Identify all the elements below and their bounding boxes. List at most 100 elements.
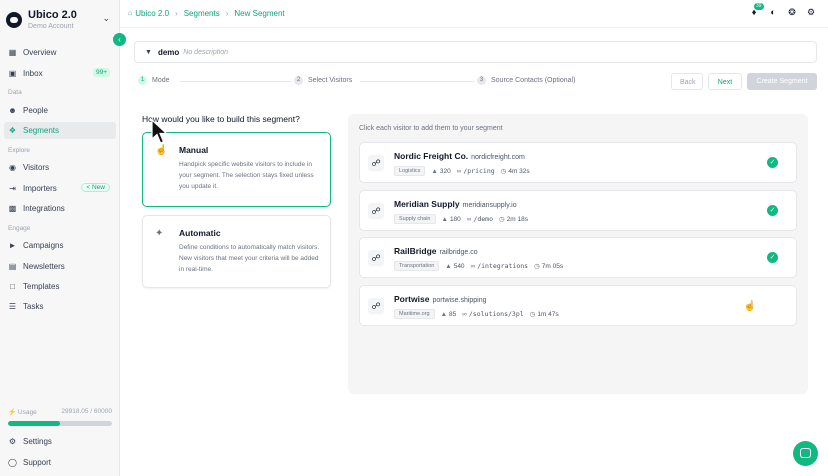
sidebar-item-label: Support [23,458,52,467]
manual-mode-card[interactable]: ☝ Manual Handpick specific website visit… [142,132,331,207]
topbar: ⌂ Ubico 2.0 › Segments › New Segment ♦ 39… [120,0,828,28]
visitor-views: 540 [453,262,465,270]
chevron-down-icon[interactable]: ⌄ [102,13,110,24]
puzzle-icon: ▩ [8,204,17,213]
sidebar-item-visitors[interactable]: ◉ Visitors [4,159,116,176]
sidebar-item-label: Templates [23,282,60,291]
globe-icon: ☍ [368,250,384,266]
bolt-icon: ⚡ [8,409,17,416]
step-connector [360,81,474,82]
step-source-contacts[interactable]: 3 Source Contacts (Optional) [477,76,575,85]
help-icon[interactable]: ❂ [787,7,797,17]
sidebar-item-inbox[interactable]: ▣ Inbox 99+ [4,65,116,82]
visitor-domain: portwise.shipping [432,297,487,304]
visitor-time: 1m 47s [537,310,559,318]
collapse-sidebar-button[interactable]: ‹ [113,33,126,46]
sidebar-item-label: Campaigns [23,241,64,250]
inbox-icon: ▣ [8,69,17,78]
people-icon: ☻ [8,106,17,115]
support-icon: ◯ [8,458,17,467]
inbox-count-badge: 99+ [92,68,110,77]
selected-check-icon: ✓ [767,252,778,263]
visitor-name: Nordic Freight Co. nordicfreight.com [394,151,525,161]
visitor-card[interactable]: ☍ RailBridge railbridge.co Transportation… [359,237,797,278]
create-segment-button[interactable]: Create Segment [747,73,817,90]
selected-check-icon: ✓ [767,157,778,168]
segment-name[interactable]: demo [158,48,179,57]
sidebar-item-label: Inbox [23,69,43,78]
visitor-card[interactable]: ☍ Meridian Supply meridiansupply.io Suppl… [359,190,797,231]
breadcrumb-segments[interactable]: Segments [184,9,220,18]
sidebar-item-campaigns[interactable]: ► Campaigns [4,237,116,254]
segment-description[interactable]: No description [183,49,228,56]
manual-mode-title: Manual [179,145,209,155]
sidebar-item-newsletters[interactable]: ▤ Newsletters [4,258,116,275]
step-connector [180,81,292,82]
breadcrumb-home[interactable]: Ubico 2.0 [135,9,169,18]
next-button[interactable]: Next [708,73,742,90]
visitor-time: 4m 32s [508,167,530,175]
automatic-mode-title: Automatic [179,228,221,238]
pageviews-icon: ▲ [431,167,438,175]
chat-support-button[interactable] [793,441,818,466]
sidebar-item-label: Importers [23,184,57,193]
visitor-tag: Transportation [394,261,440,271]
back-button[interactable]: Back [671,73,703,90]
visitor-domain: nordicfreight.com [471,154,525,161]
sidebar-item-settings[interactable]: ⚙ Settings [4,433,116,450]
visitor-time: 7m 05s [541,262,564,270]
breadcrumb-current: New Segment [234,9,285,18]
sidebar-item-segments[interactable]: ❖ Segments [4,122,116,139]
gear-icon: ⚙ [8,437,17,446]
visitor-time: 2m 18s [506,215,529,223]
automatic-mode-card[interactable]: ✦ Automatic Define conditions to automat… [142,215,331,288]
step-select-visitors[interactable]: 2 Select Visitors [294,76,352,85]
sidebar-item-integrations[interactable]: ▩ Integrations [4,200,116,217]
breadcrumb-separator-icon: › [225,9,229,18]
stepper: 1 Mode 2 Select Visitors 3 Source Contac… [138,76,638,88]
import-icon: ⇥ [9,184,16,193]
top-icons: ♦ 39 ◐ ❂ ⚙ [740,3,816,17]
usage-value: 29918.05 / 60000 [61,408,112,415]
sidebar-item-support[interactable]: ◯ Support [4,454,116,471]
template-icon: □ [10,282,15,291]
visitor-card[interactable]: ☍ Portwise portwise.shipping Maritime.org… [359,285,797,326]
new-badge-label: New [91,184,105,191]
theme-toggle-icon[interactable]: ◐ [768,7,778,17]
link-icon: ∞ [456,167,462,175]
sidebar-item-label: Integrations [23,204,65,213]
megaphone-icon: ► [8,241,17,250]
sidebar: Ubico 2.0 Demo Account ⌄ ▦ Overview ▣ In… [0,0,120,476]
visitor-path: /solutions/3pl [468,310,524,318]
chevron-down-icon[interactable]: ▼ [145,49,152,56]
sidebar-item-people[interactable]: ☻ People [4,102,116,119]
clock-icon: ◷ [534,263,540,270]
visitor-name: RailBridge railbridge.co [394,246,478,256]
account-name: Demo Account [28,22,74,30]
tasks-icon: ☰ [8,302,17,311]
grid-icon: ▦ [8,48,17,57]
bell-icon[interactable]: ♦ 39 [749,3,764,17]
visitor-meta: Supply chain ▲ 180 ∞/demo ◷ 2m 18s [394,214,534,224]
section-label-data: Data [8,89,22,96]
hand-pointer-icon: ☝ [155,145,168,156]
visitors-panel: Click each visitor to add them to your s… [348,114,808,394]
visitor-meta: Maritime.org ▲ 85 ∞/solutions/3pl ◷ 1m 47s [394,309,565,319]
mouse-cursor-icon [151,119,169,144]
segment-name-bar[interactable]: ▼ demo No description [134,41,817,63]
link-icon: ∞ [466,215,472,223]
sidebar-item-overview[interactable]: ▦ Overview [4,44,116,61]
manual-mode-description: Handpick specific website visitors to in… [179,161,314,190]
automatic-mode-description: Define conditions to automatically match… [179,244,320,273]
sidebar-item-importers[interactable]: ⇥ Importers < New [4,180,116,197]
sidebar-item-templates[interactable]: □ Templates [4,278,116,295]
account-switcher[interactable]: Ubico 2.0 Demo Account ⌄ [6,7,114,33]
step-mode[interactable]: 1 Mode [138,76,170,85]
app-logo [6,12,22,28]
visitor-path: /integrations [477,262,529,270]
visitor-card[interactable]: ☍ Nordic Freight Co. nordicfreight.com Lo… [359,142,797,183]
sidebar-item-tasks[interactable]: ☰ Tasks [4,298,116,315]
settings-icon[interactable]: ⚙ [806,7,816,17]
globe-icon: ☍ [368,155,384,171]
selected-check-icon: ✓ [767,205,778,216]
